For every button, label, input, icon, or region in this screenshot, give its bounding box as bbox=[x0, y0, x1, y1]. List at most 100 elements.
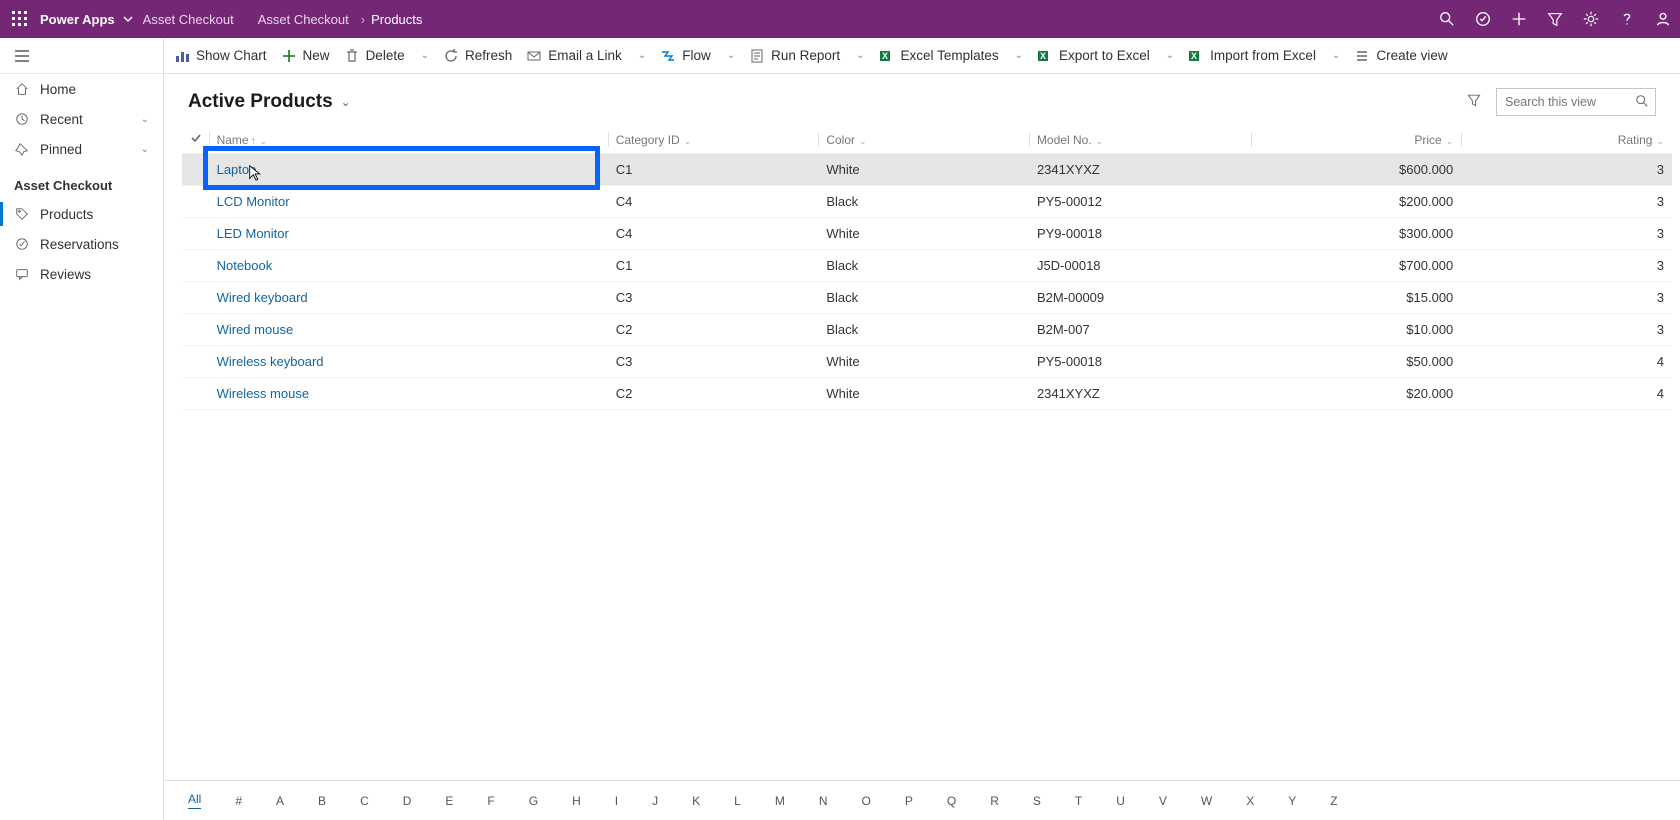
nav-home[interactable]: Home bbox=[0, 74, 163, 104]
cell-name[interactable]: Wired mouse bbox=[209, 314, 608, 346]
jump-letter[interactable]: All bbox=[188, 792, 201, 809]
cell-name[interactable]: Wireless mouse bbox=[209, 378, 608, 410]
jump-letter[interactable]: T bbox=[1075, 794, 1082, 808]
cell-name[interactable]: LED Monitor bbox=[209, 218, 608, 250]
cmd-show-chart[interactable]: Show Chart bbox=[174, 48, 267, 64]
cmd-refresh[interactable]: Refresh bbox=[443, 48, 512, 64]
chevron-down-icon[interactable]: ⌄ bbox=[341, 95, 351, 109]
table-row[interactable]: LaptopC1White2341XYXZ$600.0003 bbox=[182, 154, 1672, 186]
task-icon[interactable] bbox=[1474, 10, 1492, 28]
breadcrumb-2[interactable]: Products bbox=[371, 12, 422, 27]
jump-letter[interactable]: W bbox=[1201, 794, 1212, 808]
table-row[interactable]: NotebookC1BlackJ5D-00018$700.0003 bbox=[182, 250, 1672, 282]
jump-letter[interactable]: V bbox=[1159, 794, 1167, 808]
breadcrumb-1[interactable]: Asset Checkout bbox=[258, 12, 349, 27]
cmd-create-view[interactable]: Create view bbox=[1354, 48, 1447, 64]
jump-letter[interactable]: R bbox=[990, 794, 999, 808]
select-all[interactable] bbox=[182, 126, 209, 154]
cell-name[interactable]: Laptop bbox=[209, 154, 608, 186]
jump-letter[interactable]: B bbox=[318, 794, 326, 808]
gear-icon[interactable] bbox=[1582, 10, 1600, 28]
search-icon[interactable] bbox=[1438, 10, 1456, 28]
cmd-email-split[interactable]: ⌄ bbox=[638, 50, 646, 61]
cmd-flow[interactable]: Flow bbox=[660, 48, 711, 64]
nav-recent[interactable]: Recent ⌄ bbox=[0, 104, 163, 134]
jump-letter[interactable]: Y bbox=[1288, 794, 1296, 808]
cmd-export-split[interactable]: ⌄ bbox=[1166, 50, 1174, 61]
jump-letter[interactable]: G bbox=[529, 794, 538, 808]
row-checkbox[interactable] bbox=[182, 314, 209, 346]
cell-name[interactable]: Wired keyboard bbox=[209, 282, 608, 314]
cmd-flow-split[interactable]: ⌄ bbox=[727, 50, 735, 61]
col-rating[interactable]: Rating⌄ bbox=[1461, 126, 1672, 154]
jump-letter[interactable]: I bbox=[615, 794, 618, 808]
chevron-down-icon[interactable] bbox=[123, 12, 133, 27]
filter-icon[interactable] bbox=[1466, 92, 1482, 113]
nav-reviews[interactable]: Reviews bbox=[0, 259, 163, 289]
jump-letter[interactable]: O bbox=[862, 794, 871, 808]
row-checkbox[interactable] bbox=[182, 282, 209, 314]
breadcrumb-env[interactable]: Asset Checkout bbox=[143, 12, 234, 27]
col-color[interactable]: Color⌄ bbox=[818, 126, 1029, 154]
jump-letter[interactable]: Q bbox=[947, 794, 956, 808]
cmd-excel-templates[interactable]: X Excel Templates bbox=[879, 48, 999, 64]
jump-letter[interactable]: K bbox=[692, 794, 700, 808]
plus-icon[interactable] bbox=[1510, 10, 1528, 28]
app-name[interactable]: Power Apps bbox=[40, 12, 115, 27]
nav-products[interactable]: Products bbox=[0, 199, 163, 229]
jump-letter[interactable]: J bbox=[652, 794, 658, 808]
table-row[interactable]: LCD MonitorC4BlackPY5-00012$200.0003 bbox=[182, 186, 1672, 218]
row-checkbox[interactable] bbox=[182, 378, 209, 410]
user-icon[interactable] bbox=[1654, 10, 1672, 28]
jump-letter[interactable]: H bbox=[572, 794, 581, 808]
nav-reservations[interactable]: Reservations bbox=[0, 229, 163, 259]
hamburger-button[interactable] bbox=[0, 38, 163, 74]
cmd-delete-split[interactable]: ⌄ bbox=[421, 50, 429, 61]
col-model[interactable]: Model No.⌄ bbox=[1029, 126, 1251, 154]
cmd-run-report[interactable]: Run Report bbox=[749, 48, 840, 64]
cmd-delete[interactable]: Delete bbox=[344, 48, 405, 64]
jump-letter[interactable]: M bbox=[775, 794, 785, 808]
chevron-down-icon[interactable]: ⌄ bbox=[141, 144, 149, 155]
row-checkbox[interactable] bbox=[182, 250, 209, 282]
jump-letter[interactable]: D bbox=[403, 794, 412, 808]
waffle-icon[interactable] bbox=[8, 7, 32, 31]
cmd-report-split[interactable]: ⌄ bbox=[856, 50, 864, 61]
row-checkbox[interactable] bbox=[182, 218, 209, 250]
col-category[interactable]: Category ID⌄ bbox=[608, 126, 819, 154]
jump-letter[interactable]: P bbox=[905, 794, 913, 808]
jump-letter[interactable]: C bbox=[360, 794, 369, 808]
cmd-new[interactable]: New bbox=[281, 48, 330, 64]
row-checkbox[interactable] bbox=[182, 346, 209, 378]
view-title[interactable]: Active Products bbox=[188, 91, 333, 113]
cell-name[interactable]: LCD Monitor bbox=[209, 186, 608, 218]
cell-name[interactable]: Wireless keyboard bbox=[209, 346, 608, 378]
help-icon[interactable] bbox=[1618, 10, 1636, 28]
row-checkbox[interactable] bbox=[182, 154, 209, 186]
jump-letter[interactable]: # bbox=[235, 794, 242, 808]
jump-letter[interactable]: S bbox=[1033, 794, 1041, 808]
col-price[interactable]: Price⌄ bbox=[1251, 126, 1462, 154]
table-row[interactable]: Wired keyboardC3BlackB2M-00009$15.0003 bbox=[182, 282, 1672, 314]
table-row[interactable]: Wireless keyboardC3WhitePY5-00018$50.000… bbox=[182, 346, 1672, 378]
jump-letter[interactable]: Z bbox=[1330, 794, 1337, 808]
chevron-down-icon[interactable]: ⌄ bbox=[141, 114, 149, 125]
col-name[interactable]: Name↑⌄ bbox=[209, 126, 608, 154]
table-row[interactable]: Wireless mouseC2White2341XYXZ$20.0004 bbox=[182, 378, 1672, 410]
filter-icon[interactable] bbox=[1546, 10, 1564, 28]
jump-letter[interactable]: A bbox=[276, 794, 284, 808]
jump-letter[interactable]: E bbox=[445, 794, 453, 808]
cmd-email-link[interactable]: Email a Link bbox=[526, 48, 622, 64]
search-field[interactable] bbox=[1505, 95, 1647, 109]
table-row[interactable]: Wired mouseC2BlackB2M-007$10.0003 bbox=[182, 314, 1672, 346]
cmd-export-excel[interactable]: X Export to Excel bbox=[1037, 48, 1150, 64]
jump-letter[interactable]: X bbox=[1246, 794, 1254, 808]
search-input[interactable] bbox=[1496, 88, 1656, 116]
cmd-import-split[interactable]: ⌄ bbox=[1332, 50, 1340, 61]
jump-letter[interactable]: L bbox=[734, 794, 741, 808]
cmd-import-excel[interactable]: X Import from Excel bbox=[1188, 48, 1316, 64]
jump-letter[interactable]: F bbox=[487, 794, 494, 808]
jump-letter[interactable]: U bbox=[1116, 794, 1125, 808]
table-row[interactable]: LED MonitorC4WhitePY9-00018$300.0003 bbox=[182, 218, 1672, 250]
cell-name[interactable]: Notebook bbox=[209, 250, 608, 282]
